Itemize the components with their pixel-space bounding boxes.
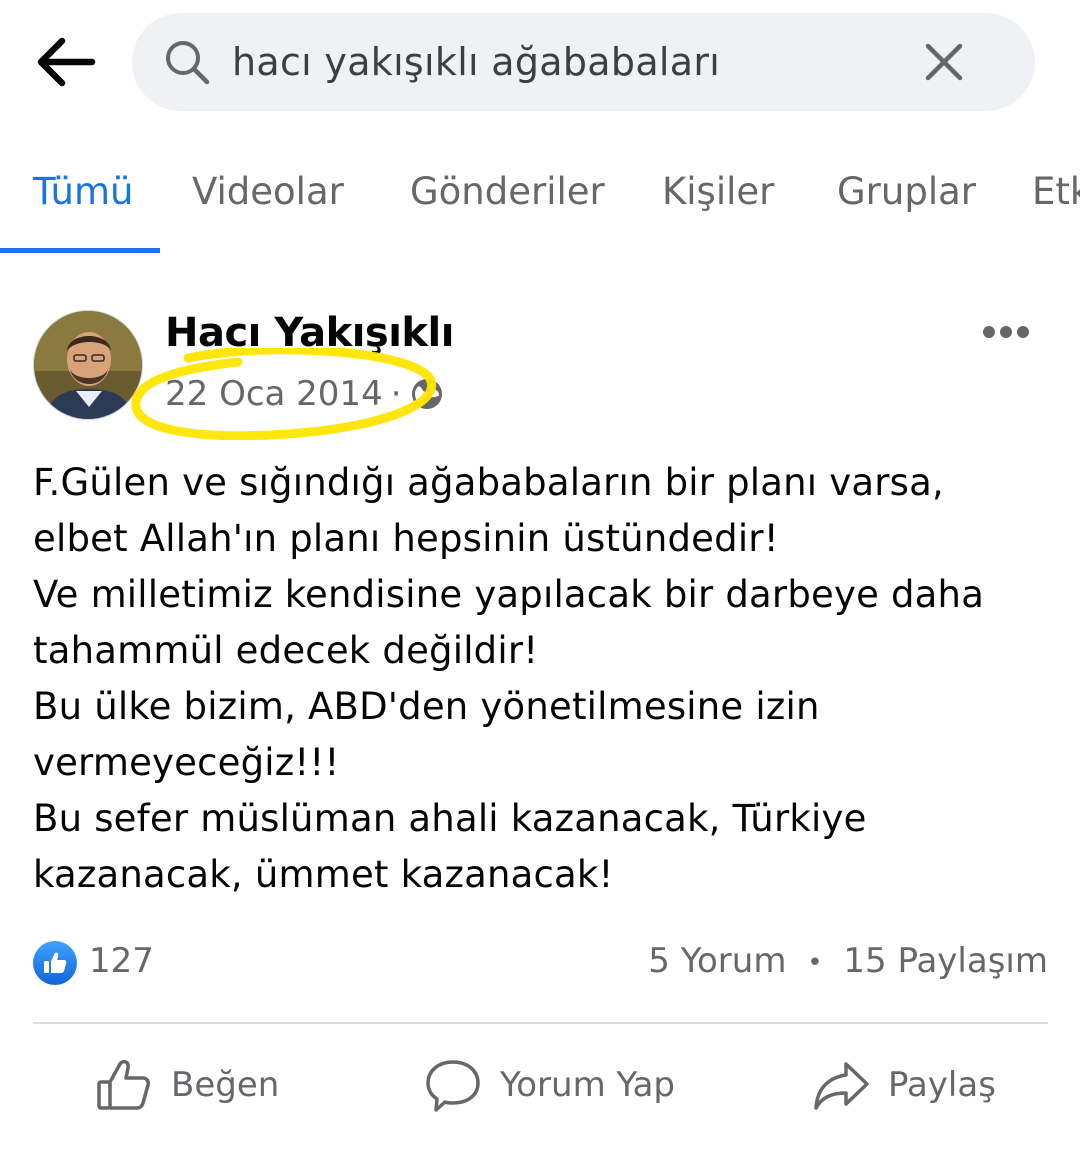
post-text-line: vermeyeceğiz!!!	[33, 741, 340, 784]
divider	[33, 1022, 1048, 1024]
comment-count[interactable]: 5 Yorum	[648, 941, 786, 981]
post-text-line: F.Gülen ve sığındığı ağababaların bir pl…	[33, 461, 944, 504]
search-query-text[interactable]: hacı yakışıklı ağababaları	[232, 13, 720, 111]
search-input[interactable]: hacı yakışıklı ağababaları	[132, 13, 1035, 111]
like-reaction-icon[interactable]	[33, 941, 77, 985]
search-icon	[166, 41, 210, 85]
post-text: F.Gülen ve sığındığı ağababaların bir pl…	[33, 455, 1043, 903]
post-text-line: Bu sefer müslüman ahali kazanacak, Türki…	[33, 797, 867, 840]
post-author-name[interactable]: Hacı Yakışıklı	[165, 310, 454, 356]
post-text-line: kazanacak, ümmet kazanacak!	[33, 853, 614, 896]
close-icon	[925, 43, 963, 81]
comment-button-label: Yorum Yap	[500, 1065, 676, 1105]
thumbs-up-outline-icon	[97, 1059, 150, 1110]
meta-separator: ·	[390, 374, 402, 414]
stats-separator: •	[807, 947, 823, 978]
tab-events[interactable]: Etk	[1032, 170, 1080, 213]
globe-icon	[411, 379, 442, 409]
share-button-label: Paylaş	[888, 1065, 996, 1105]
engagement-counts: 5 Yorum • 15 Paylaşım	[648, 941, 1048, 981]
avatar[interactable]	[33, 310, 143, 420]
tab-videos[interactable]: Videolar	[192, 170, 344, 213]
tab-all[interactable]: Tümü	[33, 170, 133, 213]
share-button[interactable]: Paylaş	[812, 1050, 996, 1120]
post-text-line: Ve milletimiz kendisine yapılacak bir da…	[33, 573, 985, 616]
comment-bubble-icon	[426, 1060, 480, 1112]
profile-photo	[34, 311, 142, 419]
back-arrow-icon	[37, 37, 96, 87]
post-date[interactable]: 22 Oca 2014	[165, 374, 383, 414]
thumbs-up-icon	[44, 952, 67, 973]
more-dots-icon	[983, 326, 1029, 338]
post-meta: 22 Oca 2014 ·	[165, 372, 444, 416]
post-text-line: tahammül edecek değildir!	[33, 629, 539, 672]
share-arrow-icon	[814, 1062, 869, 1110]
more-options-button[interactable]	[976, 310, 1036, 354]
tab-people[interactable]: Kişiler	[662, 170, 774, 213]
active-tab-indicator	[0, 248, 160, 253]
top-bar: hacı yakışıklı ağababaları	[0, 0, 1080, 120]
clear-search-button[interactable]	[917, 35, 971, 89]
share-count[interactable]: 15 Paylaşım	[843, 941, 1048, 981]
tab-posts[interactable]: Gönderiler	[410, 170, 605, 213]
tab-groups[interactable]: Gruplar	[837, 170, 976, 213]
like-count[interactable]: 127	[89, 941, 154, 981]
post-text-line: elbet Allah'ın planı hepsinin üstündedir…	[33, 517, 779, 560]
search-filter-tabs: Tümü Videolar Gönderiler Kişiler Gruplar…	[0, 150, 1080, 254]
comment-button[interactable]: Yorum Yap	[424, 1050, 675, 1120]
like-button-label: Beğen	[171, 1065, 280, 1105]
back-button[interactable]	[30, 30, 100, 94]
post-stats: 127 5 Yorum • 15 Paylaşım	[33, 935, 1048, 991]
post-text-line: Bu ülke bizim, ABD'den yönetilmesine izi…	[33, 685, 820, 728]
like-button[interactable]: Beğen	[95, 1050, 279, 1120]
